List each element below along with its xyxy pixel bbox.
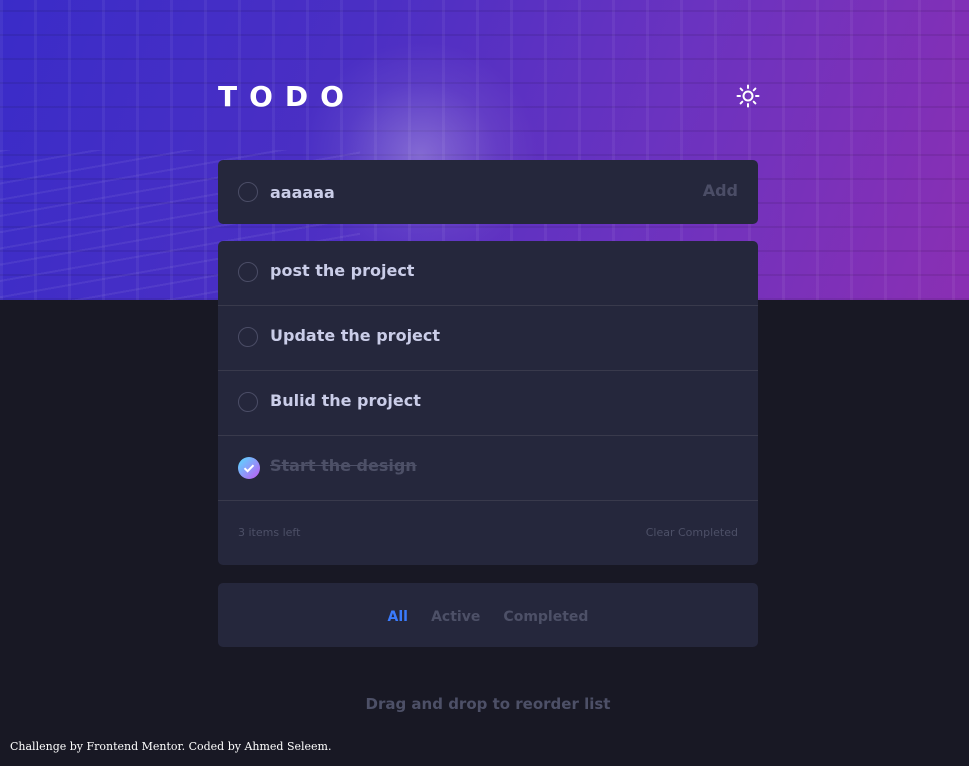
todo-item[interactable]: Bulid the project xyxy=(218,371,758,436)
app-title: TODO xyxy=(218,80,356,113)
filter-bar: All Active Completed xyxy=(218,583,758,647)
todo-text: Update the project xyxy=(270,326,441,345)
todo-checkbox[interactable] xyxy=(238,262,258,282)
check-icon[interactable] xyxy=(238,457,260,479)
attribution: Challenge by Frontend Mentor. Coded by A… xyxy=(10,740,332,753)
filter-all[interactable]: All xyxy=(388,609,408,625)
reorder-hint: Drag and drop to reorder list xyxy=(365,695,611,713)
todo-item[interactable]: Update the project xyxy=(218,306,758,371)
clear-completed-button[interactable]: Clear Completed xyxy=(646,526,738,539)
todo-item[interactable]: Start the design xyxy=(218,436,758,501)
add-button[interactable]: Add xyxy=(703,181,738,200)
todo-text: post the project xyxy=(270,261,415,280)
todo-checkbox[interactable] xyxy=(238,392,258,412)
list-footer: 3 items left Clear Completed xyxy=(218,501,758,565)
new-todo-form: Add xyxy=(218,160,758,224)
todo-text: Bulid the project xyxy=(270,391,421,410)
todo-item[interactable]: post the project xyxy=(218,241,758,306)
todo-text: Start the design xyxy=(270,456,417,475)
items-left-count: 3 items left xyxy=(238,526,301,539)
new-todo-input[interactable] xyxy=(270,176,670,208)
new-todo-circle[interactable] xyxy=(238,182,258,202)
filter-completed[interactable]: Completed xyxy=(503,609,588,625)
sun-icon[interactable] xyxy=(736,84,760,108)
filter-active[interactable]: Active xyxy=(431,609,480,625)
todo-list: post the project Update the project Buli… xyxy=(218,241,758,565)
todo-checkbox[interactable] xyxy=(238,327,258,347)
